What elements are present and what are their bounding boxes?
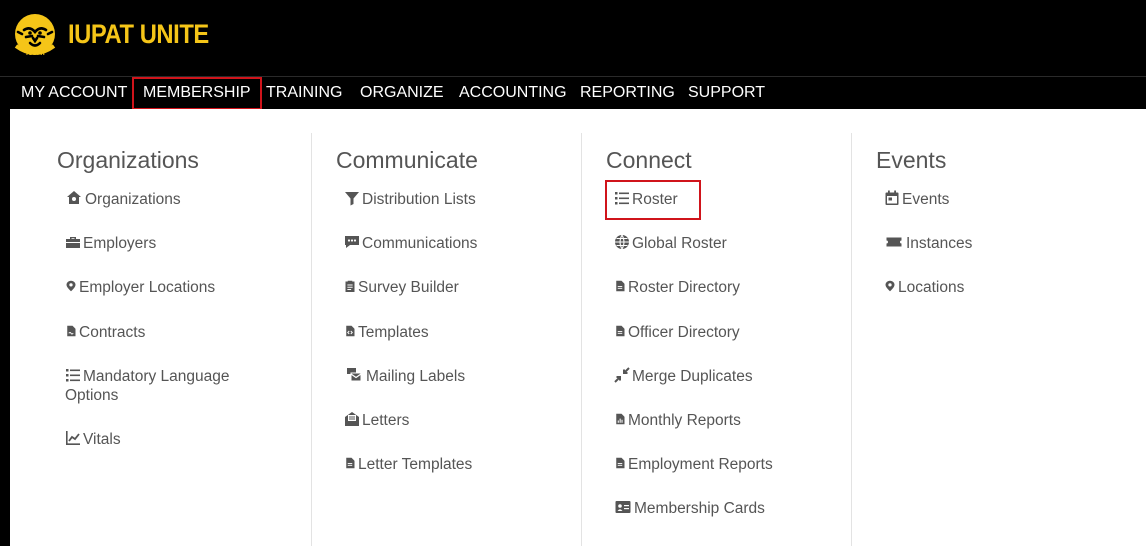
menu-item-label: Templates (358, 324, 429, 341)
menu-item-label: Distribution Lists (362, 191, 476, 208)
nav-reporting[interactable]: REPORTING (580, 77, 675, 109)
menu-item-letters[interactable]: Letters (344, 411, 409, 430)
file-icon (616, 280, 625, 292)
menu-item-label: Locations (898, 279, 965, 296)
menu-item-employment-reports[interactable]: Employment Reports (614, 455, 773, 474)
brand-logo[interactable]: IUPAT UNITE IUPAT (10, 10, 210, 62)
nav-accounting[interactable]: ACCOUNTING (459, 77, 567, 109)
list-icon (615, 192, 629, 205)
calendar-icon (885, 190, 899, 205)
envelope-open-icon (345, 412, 359, 426)
menu-item-label: Merge Duplicates (632, 368, 753, 385)
menu-item-label: Employers (83, 235, 157, 252)
menu-item-label: Officer Directory (628, 324, 740, 341)
menu-item-label: Mandatory Language Options (65, 368, 230, 404)
menu-item-membership-cards[interactable]: Membership Cards (614, 499, 765, 518)
menu-item-contracts[interactable]: Contracts (65, 323, 145, 342)
clipboard-icon (345, 280, 355, 292)
menu-item-roster[interactable]: Roster (614, 190, 678, 209)
app-header: IUPAT UNITE IUPAT (0, 0, 1146, 76)
menu-item-roster-directory[interactable]: Roster Directory (614, 278, 740, 297)
nav-membership[interactable]: MEMBERSHIP (132, 77, 262, 110)
menu-item-label: Organizations (85, 191, 181, 208)
filter-icon (345, 192, 359, 206)
brand-name: IUPAT UNITE (68, 19, 209, 49)
menu-item-label: Roster (632, 191, 678, 208)
menu-item-organizations[interactable]: Organizations (65, 190, 181, 209)
file-chart-icon (616, 413, 625, 425)
menu-item-officer-directory[interactable]: Officer Directory (614, 323, 740, 342)
file-icon (346, 457, 355, 469)
line-chart-icon (66, 431, 80, 445)
menu-item-events[interactable]: Events (884, 190, 949, 209)
menu-item-employers[interactable]: Employers (65, 234, 156, 253)
globe-icon (615, 234, 629, 250)
mail-bulk-icon (347, 368, 362, 382)
membership-dropdown-panel: Organizations Organizations Employers Em… (10, 109, 1146, 546)
compress-icon (614, 367, 630, 383)
menu-item-monthly-reports[interactable]: Monthly Reports (614, 411, 741, 430)
map-marker-icon (885, 280, 895, 292)
menu-item-templates[interactable]: Templates (344, 323, 429, 342)
menu-item-label: Membership Cards (634, 500, 765, 517)
menu-item-label: Events (902, 191, 950, 208)
menu-item-merge-duplicates[interactable]: Merge Duplicates (614, 367, 753, 386)
menu-item-label: Contracts (79, 324, 146, 341)
menu-item-distribution-lists[interactable]: Distribution Lists (344, 190, 476, 209)
brand-subtext: IUPAT (26, 50, 46, 57)
ticket-icon (886, 237, 902, 247)
column-title-connect: Connect (606, 147, 692, 173)
column-divider (581, 133, 582, 546)
menu-item-label: Monthly Reports (628, 412, 741, 429)
nav-organize[interactable]: ORGANIZE (360, 77, 444, 109)
menu-item-employer-locations[interactable]: Employer Locations (65, 278, 215, 297)
menu-item-label: Vitals (83, 431, 121, 448)
menu-item-label: Global Roster (632, 235, 727, 252)
column-title-organizations: Organizations (57, 147, 199, 173)
menu-item-label: Survey Builder (358, 279, 459, 296)
map-marker-icon (66, 280, 76, 292)
menu-item-survey-builder[interactable]: Survey Builder (344, 278, 459, 297)
menu-item-label: Communications (362, 235, 478, 252)
menu-item-label: Employer Locations (79, 279, 216, 296)
comment-dots-icon (345, 236, 359, 248)
menu-item-vitals[interactable]: Vitals (65, 430, 121, 449)
file-contract-icon (67, 325, 76, 337)
menu-item-mailing-labels[interactable]: Mailing Labels (344, 367, 465, 386)
home-icon (67, 191, 81, 204)
menu-item-locations[interactable]: Locations (884, 278, 964, 297)
column-title-communicate: Communicate (336, 147, 478, 173)
file-icon (616, 457, 625, 469)
menu-item-communications[interactable]: Communications (344, 234, 477, 253)
menu-item-label: Mailing Labels (366, 368, 466, 385)
id-card-icon (615, 501, 631, 513)
menu-item-label: Employment Reports (628, 456, 773, 473)
list-icon (66, 369, 80, 382)
menu-item-mandatory-language-options[interactable]: Mandatory Language Options (65, 367, 265, 405)
file-code-icon (346, 325, 355, 337)
column-divider (851, 133, 852, 546)
nav-training[interactable]: TRAINING (266, 77, 342, 109)
file-icon (616, 325, 625, 337)
menu-item-label: Letter Templates (358, 456, 473, 473)
menu-item-global-roster[interactable]: Global Roster (614, 234, 727, 253)
menu-item-instances[interactable]: Instances (884, 234, 972, 253)
main-nav: MY ACCOUNT MEMBERSHIP TRAINING ORGANIZE … (0, 76, 1146, 110)
nav-support[interactable]: SUPPORT (688, 77, 765, 109)
menu-item-letter-templates[interactable]: Letter Templates (344, 455, 472, 474)
nav-my-account[interactable]: MY ACCOUNT (21, 77, 127, 109)
menu-item-label: Instances (906, 235, 973, 252)
menu-item-label: Roster Directory (628, 279, 740, 296)
column-title-events: Events (876, 147, 947, 173)
column-divider (311, 133, 312, 546)
menu-item-label: Letters (362, 412, 410, 429)
briefcase-icon (66, 237, 80, 248)
